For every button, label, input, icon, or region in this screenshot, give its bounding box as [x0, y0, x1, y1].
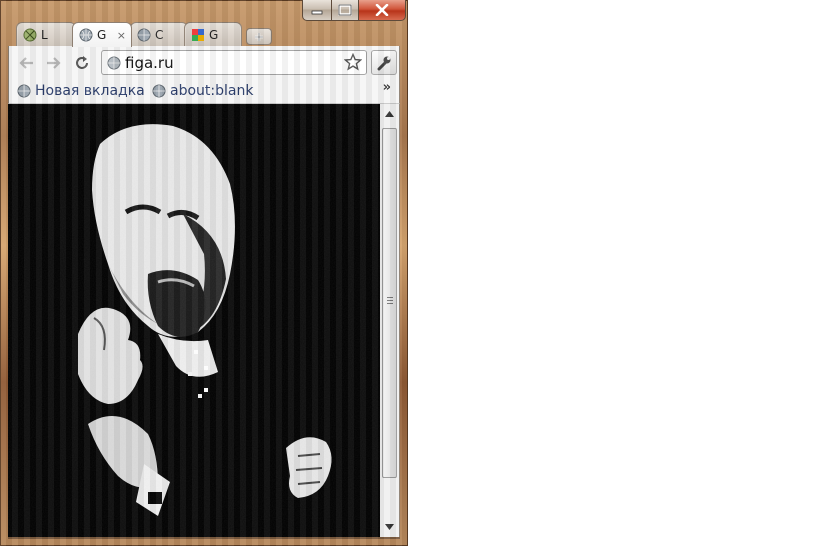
bookmark-label: Новая вкладка	[35, 83, 145, 99]
google-favicon-icon	[192, 28, 204, 41]
reload-icon	[76, 56, 88, 69]
bookmarks-overflow-button[interactable]: »	[383, 80, 391, 95]
tab-title: C	[155, 27, 164, 42]
globe-icon	[107, 56, 121, 69]
wrench-icon	[377, 56, 391, 70]
tab-title: G	[97, 28, 107, 42]
tab-title: G	[209, 27, 219, 42]
globe-icon	[17, 84, 31, 98]
globe-icon	[137, 28, 151, 41]
minimize-button[interactable]	[302, 0, 332, 21]
tab-strip: L G × C G	[8, 22, 400, 47]
tab-1[interactable]: L	[16, 22, 76, 46]
scroll-down-button[interactable]	[380, 519, 399, 535]
minimize-icon	[311, 10, 323, 15]
tab-2-active[interactable]: G ×	[72, 22, 132, 47]
browser-window: L G × C G figa.ru Новая вкладка about:bl…	[0, 0, 408, 546]
bookmark-label: about:blank	[170, 83, 254, 99]
maximize-button[interactable]	[332, 0, 359, 21]
bookmark-item[interactable]: about:blank	[152, 83, 253, 99]
new-tab-button[interactable]	[246, 28, 272, 45]
tab-title: L	[41, 27, 48, 42]
caption-buttons	[302, 0, 406, 22]
back-button[interactable]	[15, 52, 37, 74]
toolbar: figa.ru	[8, 46, 400, 79]
page-content	[8, 104, 380, 537]
maximize-icon	[338, 4, 352, 16]
bookmarks-bar: Новая вкладка about:blank »	[8, 79, 400, 104]
window-bottom-border	[8, 537, 400, 539]
url-text[interactable]: figa.ru	[125, 54, 174, 72]
tab-3[interactable]: C	[130, 22, 188, 46]
forward-button[interactable]	[43, 52, 65, 74]
arrow-down-icon	[385, 524, 394, 530]
scroll-up-button[interactable]	[380, 106, 399, 122]
tab-4[interactable]: G	[184, 22, 242, 46]
forward-arrow-icon	[47, 57, 61, 69]
globe-icon	[152, 84, 166, 98]
close-window-button[interactable]	[359, 0, 406, 21]
wrench-menu-button[interactable]	[371, 50, 397, 75]
bookmark-star-icon[interactable]	[344, 53, 362, 71]
address-bar[interactable]: figa.ru	[101, 50, 367, 75]
close-icon	[375, 4, 389, 16]
arrow-up-icon	[385, 111, 394, 117]
scrollbar-thumb[interactable]	[382, 128, 397, 478]
bookmark-item[interactable]: Новая вкладка	[17, 83, 145, 99]
portrait-photo	[8, 104, 380, 537]
reload-button[interactable]	[71, 52, 93, 74]
bug-favicon-icon	[23, 28, 37, 41]
back-arrow-icon	[19, 57, 33, 69]
tab-close-button[interactable]: ×	[117, 29, 126, 42]
plus-icon	[255, 32, 263, 41]
globe-icon	[79, 28, 93, 42]
vertical-scrollbar[interactable]	[380, 104, 400, 537]
